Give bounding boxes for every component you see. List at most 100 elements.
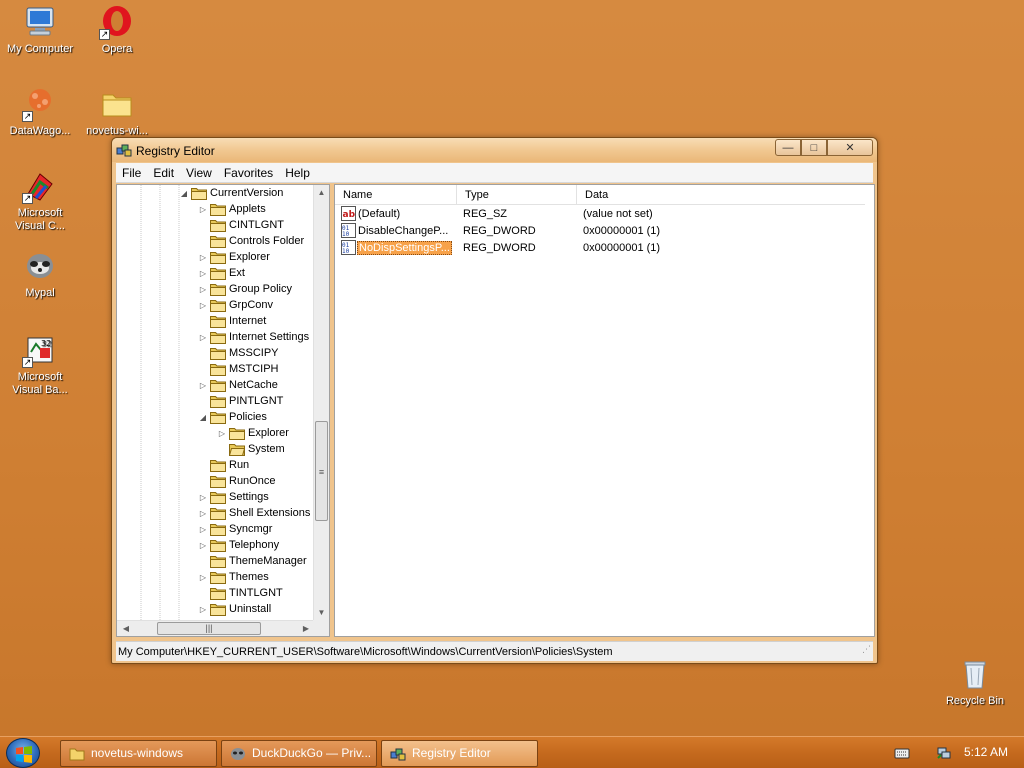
close-button[interactable]: ✕ xyxy=(827,139,873,156)
tree-item[interactable]: PINTLGNT xyxy=(198,393,283,409)
folder-icon xyxy=(210,379,226,392)
desktop-icon-mypal[interactable]: Mypal xyxy=(0,248,80,300)
tree-item[interactable]: ▷ Uninstall xyxy=(198,601,271,617)
scroll-down-arrow-icon[interactable]: ▼ xyxy=(314,605,329,621)
tree-item[interactable]: ▷ Syncmgr xyxy=(198,521,272,537)
column-header-name[interactable]: Name xyxy=(335,185,457,205)
list-row[interactable]: 01 10 DisableChangeP... REG_DWORD 0x00000… xyxy=(335,223,865,240)
clock[interactable]: 5:12 AM xyxy=(964,745,1008,759)
title-bar[interactable]: Registry Editor — □ ✕ xyxy=(112,138,877,162)
taskbar-button-registry-editor[interactable]: Registry Editor xyxy=(381,740,538,767)
value-list[interactable]: Name Type Data ab (Default) REG_SZ (valu… xyxy=(334,184,875,637)
desktop-icon-visual-basic[interactable]: 32 ↗ Microsoft Visual Ba... xyxy=(0,332,80,397)
tree-expander-icon[interactable]: ▷ xyxy=(198,301,208,310)
start-button[interactable] xyxy=(6,738,40,768)
tree-item[interactable]: ▷ GrpConv xyxy=(198,297,273,313)
menu-help[interactable]: Help xyxy=(279,166,316,180)
tree-item[interactable]: MSSCIPY xyxy=(198,345,279,361)
tree-item[interactable]: ▷ Explorer xyxy=(217,425,289,441)
desktop-icon-my-computer[interactable]: My Computer xyxy=(0,4,80,56)
resize-grip-icon[interactable]: ⋰ xyxy=(862,639,871,659)
tree-item-label: Internet Settings xyxy=(229,331,310,343)
tree-item[interactable]: RunOnce xyxy=(198,473,275,489)
tree-item[interactable]: Internet xyxy=(198,313,266,329)
tree-item[interactable]: TINTLGNT xyxy=(198,585,283,601)
scroll-thumb[interactable]: ≡ xyxy=(315,421,328,521)
tree-item[interactable]: ▷ Internet Settings xyxy=(198,329,309,345)
tree-item[interactable]: Run xyxy=(198,457,249,473)
shortcut-arrow-icon: ↗ xyxy=(22,193,33,204)
menu-favorites[interactable]: Favorites xyxy=(218,166,279,180)
folder-icon xyxy=(210,555,226,568)
tree-item[interactable]: System xyxy=(217,441,285,457)
column-header-type[interactable]: Type xyxy=(457,185,577,205)
tree-item[interactable]: Controls Folder xyxy=(198,233,304,249)
keyboard-icon[interactable] xyxy=(894,746,910,760)
datawagon-icon: ↗ xyxy=(22,86,58,122)
menu-view[interactable]: View xyxy=(180,166,218,180)
tree-expander-icon[interactable]: ▷ xyxy=(198,381,208,390)
tree-expander-icon[interactable]: ▷ xyxy=(198,285,208,294)
maximize-button[interactable]: □ xyxy=(801,139,827,156)
visual-c-icon: ↗ xyxy=(22,168,58,204)
desktop-icon-recycle-bin[interactable]: Recycle Bin xyxy=(935,656,1015,708)
key-tree[interactable]: ◢ CurrentVersion ▷ Applets CINTLGNT Controls … xyxy=(116,184,330,637)
tree-expander-icon[interactable]: ▷ xyxy=(198,573,208,582)
tree-item[interactable]: ▷ Ext xyxy=(198,265,245,281)
scroll-left-arrow-icon[interactable]: ◀ xyxy=(119,621,133,637)
scroll-right-arrow-icon[interactable]: ▶ xyxy=(299,621,313,637)
tree-vertical-scrollbar[interactable]: ▲ ≡ ▼ xyxy=(313,185,329,621)
registry-editor-window[interactable]: Registry Editor — □ ✕ File Edit View Fav… xyxy=(111,137,878,664)
tree-item[interactable]: ThemeManager xyxy=(198,553,307,569)
list-row[interactable]: ab (Default) REG_SZ (value not set) xyxy=(335,206,865,223)
tree-item[interactable]: ◢ CurrentVersion xyxy=(179,185,283,201)
tree-expander-icon[interactable]: ▷ xyxy=(198,493,208,502)
value-name: DisableChangeP... xyxy=(358,225,449,237)
desktop-icon-datawagon[interactable]: ↗ DataWago... xyxy=(0,86,80,138)
scroll-thumb[interactable]: ||| xyxy=(157,622,261,635)
status-path: My Computer\HKEY_CURRENT_USER\Software\M… xyxy=(118,646,613,658)
tree-item[interactable]: CINTLGNT xyxy=(198,217,284,233)
tree-item[interactable]: ▷ Shell Extensions xyxy=(198,505,310,521)
tree-item[interactable]: ▷ NetCache xyxy=(198,377,278,393)
desktop-icon-visual-c[interactable]: ↗ Microsoft Visual C... xyxy=(0,168,80,233)
network-icon[interactable] xyxy=(936,746,952,760)
desktop-icon-label: Microsoft Visual C... xyxy=(15,207,65,232)
tree-expander-icon[interactable]: ▷ xyxy=(198,269,208,278)
tree-horizontal-scrollbar[interactable]: ◀ ||| ▶ xyxy=(117,620,315,636)
tree-expander-icon[interactable]: ▷ xyxy=(198,605,208,614)
tree-item[interactable]: ◢ Policies xyxy=(198,409,267,425)
tree-expander-icon[interactable]: ▷ xyxy=(217,429,227,438)
binary-value-icon: 0110 xyxy=(341,240,356,255)
menu-file[interactable]: File xyxy=(116,166,147,180)
tree-item[interactable]: ▷ Explorer xyxy=(198,249,270,265)
tree-expander-icon[interactable]: ▷ xyxy=(198,525,208,534)
tree-expander-icon[interactable]: ◢ xyxy=(198,413,208,422)
tree-item[interactable]: ▷ Themes xyxy=(198,569,269,585)
folder-icon xyxy=(191,187,207,200)
tree-item-label: Group Policy xyxy=(229,283,292,295)
shortcut-arrow-icon: ↗ xyxy=(99,29,110,40)
tree-expander-icon[interactable]: ▷ xyxy=(198,205,208,214)
tree-expander-icon[interactable]: ▷ xyxy=(198,253,208,262)
tree-expander-icon[interactable]: ◢ xyxy=(179,189,189,198)
tree-expander-icon[interactable]: ▷ xyxy=(198,541,208,550)
tree-expander-icon[interactable]: ▷ xyxy=(198,333,208,342)
tree-item[interactable]: ▷ Applets xyxy=(198,201,266,217)
scroll-up-arrow-icon[interactable]: ▲ xyxy=(314,185,329,201)
list-row-selected[interactable]: 01 10 NoDispSettingsP... REG_DWORD 0x0000… xyxy=(335,240,865,257)
tree-item[interactable]: ▷ Settings xyxy=(198,489,269,505)
menu-edit[interactable]: Edit xyxy=(147,166,180,180)
tree-item[interactable]: ▷ Telephony xyxy=(198,537,279,553)
taskbar-button-duckduckgo[interactable]: DuckDuckGo — Priv... xyxy=(221,740,377,767)
tree-item[interactable]: ▷ Group Policy xyxy=(198,281,292,297)
column-header-data[interactable]: Data xyxy=(577,185,865,205)
folder-icon xyxy=(210,283,226,296)
tree-item[interactable]: MSTCIPH xyxy=(198,361,279,377)
desktop-icon-opera[interactable]: ↗ Opera xyxy=(77,4,157,56)
tree-expander-icon[interactable]: ▷ xyxy=(198,509,208,518)
taskbar-button-novetus[interactable]: novetus-windows xyxy=(60,740,217,767)
minimize-button[interactable]: — xyxy=(775,139,801,156)
desktop-icon-novetus[interactable]: novetus-wi... xyxy=(77,86,157,138)
tree-item-label: Internet xyxy=(229,315,267,327)
